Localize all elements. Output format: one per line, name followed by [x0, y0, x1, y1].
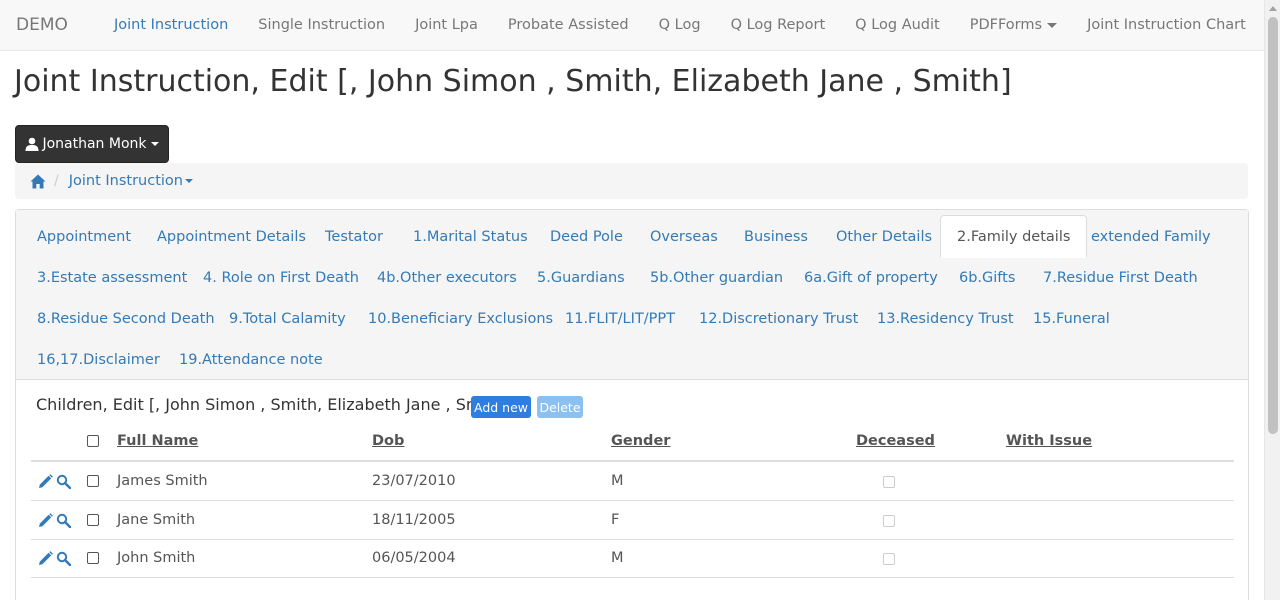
- tab-flit-lit-ppt[interactable]: 11.FLIT/LIT/PPT: [549, 298, 691, 339]
- brand[interactable]: DEMO: [0, 15, 99, 35]
- cell-dob: 18/11/2005: [372, 512, 456, 528]
- cell-full-name: James Smith: [117, 473, 208, 489]
- magnifier-icon[interactable]: [56, 551, 71, 566]
- tab-residue-first-death[interactable]: 7.Residue First Death: [1027, 257, 1214, 298]
- breadcrumb: / Joint Instruction: [15, 163, 1248, 199]
- nav-q-log-report[interactable]: Q Log Report: [716, 0, 841, 50]
- nav-pdfforms-label: PDFForms: [969, 17, 1043, 33]
- deceased-checkbox: [883, 476, 895, 488]
- cell-dob: 23/07/2010: [372, 473, 456, 489]
- chevron-down-icon: [150, 142, 159, 146]
- nav-joint-instruction-chart[interactable]: Joint Instruction Chart: [1072, 0, 1261, 50]
- tab-family-details[interactable]: 2.Family details: [940, 215, 1088, 258]
- table-row: Jane Smith 18/11/2005 F: [31, 501, 1234, 540]
- breadcrumb-separator: /: [54, 173, 59, 189]
- column-header-gender[interactable]: Gender: [611, 433, 670, 449]
- page-scrollbar[interactable]: [1264, 0, 1280, 600]
- tab-other-executors[interactable]: 4b.Other executors: [361, 257, 533, 298]
- scroll-thumb[interactable]: [1268, 17, 1278, 434]
- user-menu-label: Jonathan Monk: [42, 136, 147, 152]
- nav-pdfforms-dropdown[interactable]: PDFForms: [955, 0, 1072, 50]
- tab-estate-assessment[interactable]: 3.Estate assessment: [21, 257, 203, 298]
- cell-full-name: Jane Smith: [117, 512, 196, 528]
- tab-overseas[interactable]: Overseas: [634, 216, 734, 257]
- nav-q-log[interactable]: Q Log: [644, 0, 716, 50]
- table-row: John Smith 06/05/2004 M: [31, 539, 1234, 578]
- tab-beneficiary-exclusions[interactable]: 10.Beneficiary Exclusions: [352, 298, 569, 339]
- cell-dob: 06/05/2004: [372, 550, 456, 566]
- delete-button[interactable]: Delete: [537, 396, 583, 418]
- pencil-icon[interactable]: [38, 513, 53, 528]
- column-header-deceased[interactable]: Deceased: [856, 433, 935, 449]
- tab-attendance-note[interactable]: 19.Attendance note: [163, 339, 339, 380]
- nav-links: Joint Instruction Single Instruction Joi…: [99, 0, 1261, 50]
- page-title: Joint Instruction, Edit [, John Simon , …: [14, 64, 1012, 99]
- row-select-checkbox[interactable]: [87, 514, 99, 526]
- children-section-title: Children, Edit [, John Simon , Smith, El…: [36, 395, 509, 414]
- tab-total-calamity[interactable]: 9.Total Calamity: [213, 298, 362, 339]
- deceased-checkbox: [883, 515, 895, 527]
- tab-marital-status[interactable]: 1.Marital Status: [397, 216, 544, 257]
- deceased-checkbox: [883, 553, 895, 565]
- tab-role-first-death[interactable]: 4. Role on First Death: [187, 257, 375, 298]
- add-new-button[interactable]: Add new: [471, 396, 531, 418]
- cell-full-name: John Smith: [117, 550, 196, 566]
- tab-other-guardian[interactable]: 5b.Other guardian: [634, 257, 799, 298]
- tab-deed-pole[interactable]: Deed Pole: [534, 216, 639, 257]
- tab-residency-trust[interactable]: 13.Residency Trust: [861, 298, 1030, 339]
- tab-extended-family[interactable]: extended Family: [1075, 216, 1227, 257]
- nav-probate-assisted[interactable]: Probate Assisted: [493, 0, 644, 50]
- chevron-down-icon: [1047, 22, 1058, 28]
- chevron-down-icon: [184, 179, 193, 183]
- pencil-icon[interactable]: [38, 474, 53, 489]
- row-select-checkbox[interactable]: [87, 552, 99, 564]
- breadcrumb-label: Joint Instruction: [68, 173, 183, 189]
- tab-appointment-details[interactable]: Appointment Details: [141, 216, 322, 257]
- user-menu-button[interactable]: Jonathan Monk: [15, 125, 169, 163]
- nav-single-instruction[interactable]: Single Instruction: [243, 0, 400, 50]
- select-all-checkbox[interactable]: [87, 435, 99, 447]
- tab-other-details[interactable]: Other Details: [820, 216, 948, 257]
- cell-gender: F: [611, 512, 620, 528]
- tab-bar: Appointment Appointment Details Testator…: [16, 210, 1248, 380]
- scroll-up-arrow-icon[interactable]: [1269, 6, 1277, 11]
- magnifier-icon[interactable]: [56, 474, 71, 489]
- tab-business[interactable]: Business: [728, 216, 824, 257]
- column-header-full-name[interactable]: Full Name: [117, 433, 198, 449]
- cell-gender: M: [611, 550, 624, 566]
- column-header-with-issue[interactable]: With Issue: [1006, 433, 1092, 449]
- top-navbar: DEMO Joint Instruction Single Instructio…: [0, 0, 1264, 51]
- nav-joint-instruction[interactable]: Joint Instruction: [99, 0, 243, 50]
- user-icon: [25, 137, 39, 151]
- cell-gender: M: [611, 473, 624, 489]
- column-header-dob[interactable]: Dob: [372, 433, 404, 449]
- table-row: James Smith 23/07/2010 M: [31, 462, 1234, 501]
- tab-gifts[interactable]: 6b.Gifts: [943, 257, 1031, 298]
- row-select-checkbox[interactable]: [87, 475, 99, 487]
- magnifier-icon[interactable]: [56, 513, 71, 528]
- tab-guardians[interactable]: 5.Guardians: [521, 257, 641, 298]
- home-icon[interactable]: [30, 174, 46, 189]
- tab-testator[interactable]: Testator: [309, 216, 399, 257]
- tab-appointment[interactable]: Appointment: [21, 216, 147, 257]
- tab-discretionary-trust[interactable]: 12.Discretionary Trust: [683, 298, 874, 339]
- tab-gift-of-property[interactable]: 6a.Gift of property: [788, 257, 954, 298]
- tab-residue-second-death[interactable]: 8.Residue Second Death: [21, 298, 231, 339]
- nav-q-log-audit[interactable]: Q Log Audit: [840, 0, 955, 50]
- children-table-header: Full Name Dob Gender Deceased With Issue: [31, 422, 1234, 462]
- nav-joint-lpa[interactable]: Joint Lpa: [400, 0, 493, 50]
- instruction-panel: Appointment Appointment Details Testator…: [15, 209, 1249, 600]
- tab-funeral[interactable]: 15.Funeral: [1017, 298, 1126, 339]
- pencil-icon[interactable]: [38, 551, 53, 566]
- tab-disclaimer[interactable]: 16,17.Disclaimer: [21, 339, 176, 380]
- breadcrumb-joint-instruction[interactable]: Joint Instruction: [69, 173, 193, 189]
